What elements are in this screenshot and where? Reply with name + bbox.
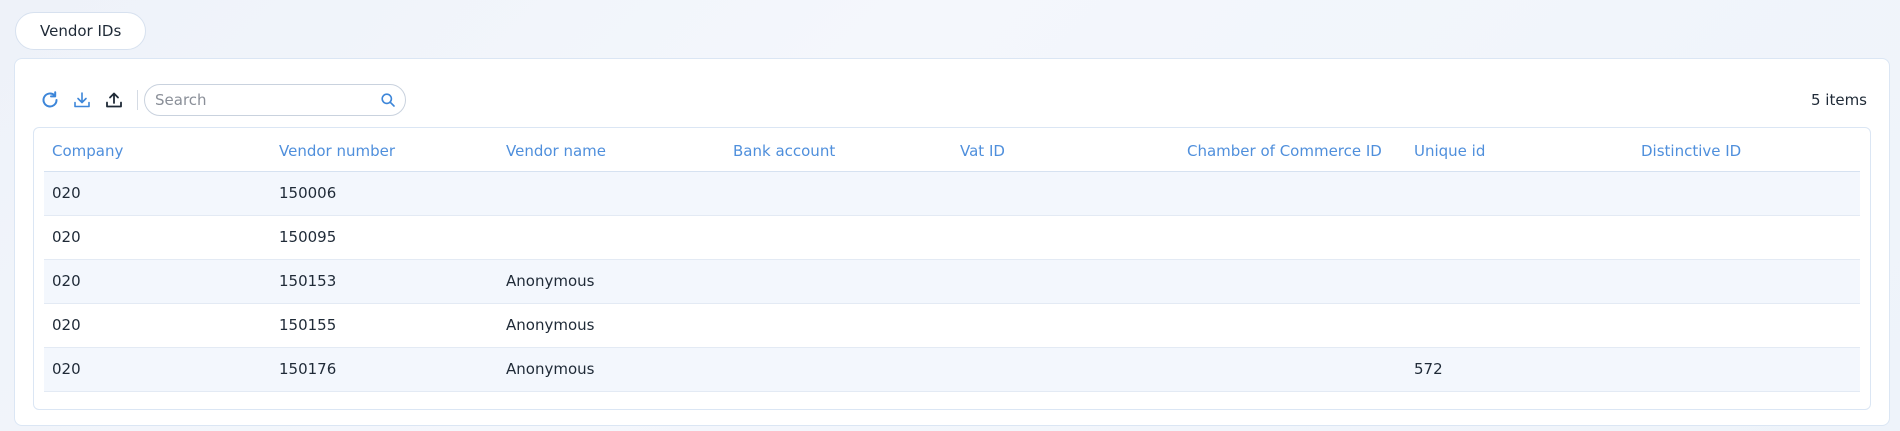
table-row[interactable]: 020 150153 Anonymous [44, 259, 1860, 304]
download-icon [74, 92, 90, 108]
cell-distinctive-id [1633, 171, 1860, 216]
cell-unique-id [1406, 259, 1633, 304]
search-input[interactable] [145, 85, 365, 115]
tab-label: Vendor IDs [40, 22, 122, 40]
cell-vendor-name: Anonymous [498, 259, 725, 304]
column-header-unique-id[interactable]: Unique id [1406, 131, 1633, 172]
cell-unique-id [1406, 303, 1633, 348]
vendor-table: Company Vendor number Vendor name Bank a… [44, 131, 1860, 392]
column-header-bank-account[interactable]: Bank account [725, 131, 952, 172]
cell-bank-account [725, 215, 952, 260]
tab-bar: Vendor IDs [15, 12, 147, 50]
cell-company: 020 [44, 215, 271, 260]
cell-distinctive-id [1633, 347, 1860, 392]
item-count: 5 items [1810, 91, 1867, 109]
cell-bank-account [725, 303, 952, 348]
table-row[interactable]: 020 150006 [44, 171, 1860, 216]
table-row[interactable]: 020 150095 [44, 215, 1860, 260]
cell-unique-id [1406, 215, 1633, 260]
column-header-chamber-of-commerce-id[interactable]: Chamber of Commerce ID [1179, 131, 1406, 172]
table-header-row: Company Vendor number Vendor name Bank a… [44, 131, 1860, 172]
column-header-vat-id[interactable]: Vat ID [952, 131, 1179, 172]
cell-bank-account [725, 171, 952, 216]
column-header-vendor-name[interactable]: Vendor name [498, 131, 725, 172]
cell-bank-account [725, 259, 952, 304]
cell-company: 020 [44, 171, 271, 216]
table-row[interactable]: 020 150155 Anonymous [44, 303, 1860, 348]
search-box [144, 84, 406, 116]
cell-distinctive-id [1633, 303, 1860, 348]
cell-vendor-name: Anonymous [498, 303, 725, 348]
vendor-table-container: Company Vendor number Vendor name Bank a… [33, 127, 1871, 410]
refresh-icon [42, 91, 58, 108]
toolbar-divider [137, 90, 138, 110]
cell-distinctive-id [1633, 259, 1860, 304]
cell-chamber-of-commerce-id [1179, 171, 1406, 216]
column-header-company[interactable]: Company [44, 131, 271, 172]
upload-button[interactable] [101, 87, 127, 113]
cell-vendor-number: 150155 [271, 303, 498, 348]
toolbar: 5 items [37, 83, 1867, 117]
cell-vendor-number: 150153 [271, 259, 498, 304]
cell-vat-id [952, 259, 1179, 304]
cell-company: 020 [44, 303, 271, 348]
cell-vendor-name: Anonymous [498, 347, 725, 392]
cell-vendor-number: 150095 [271, 215, 498, 260]
download-button[interactable] [69, 87, 95, 113]
cell-vendor-number: 150176 [271, 347, 498, 392]
cell-unique-id [1406, 171, 1633, 216]
cell-vendor-name [498, 215, 725, 260]
cell-vat-id [952, 215, 1179, 260]
main-card: 5 items Company Vendor number Vendor nam… [14, 58, 1890, 426]
cell-chamber-of-commerce-id [1179, 259, 1406, 304]
cell-vendor-number: 150006 [271, 171, 498, 216]
cell-chamber-of-commerce-id [1179, 215, 1406, 260]
cell-vat-id [952, 171, 1179, 216]
cell-vendor-name [498, 171, 725, 216]
table-row[interactable]: 020 150176 Anonymous 572 [44, 347, 1860, 392]
column-header-vendor-number[interactable]: Vendor number [271, 131, 498, 172]
upload-icon [106, 92, 122, 108]
cell-company: 020 [44, 347, 271, 392]
column-header-distinctive-id[interactable]: Distinctive ID [1633, 131, 1860, 172]
cell-chamber-of-commerce-id [1179, 347, 1406, 392]
cell-vat-id [952, 303, 1179, 348]
search-icon[interactable] [380, 92, 396, 108]
tab-vendor-ids[interactable]: Vendor IDs [15, 12, 147, 50]
cell-distinctive-id [1633, 215, 1860, 260]
cell-unique-id: 572 [1406, 347, 1633, 392]
cell-bank-account [725, 347, 952, 392]
cell-chamber-of-commerce-id [1179, 303, 1406, 348]
refresh-button[interactable] [37, 87, 63, 113]
cell-vat-id [952, 347, 1179, 392]
cell-company: 020 [44, 259, 271, 304]
